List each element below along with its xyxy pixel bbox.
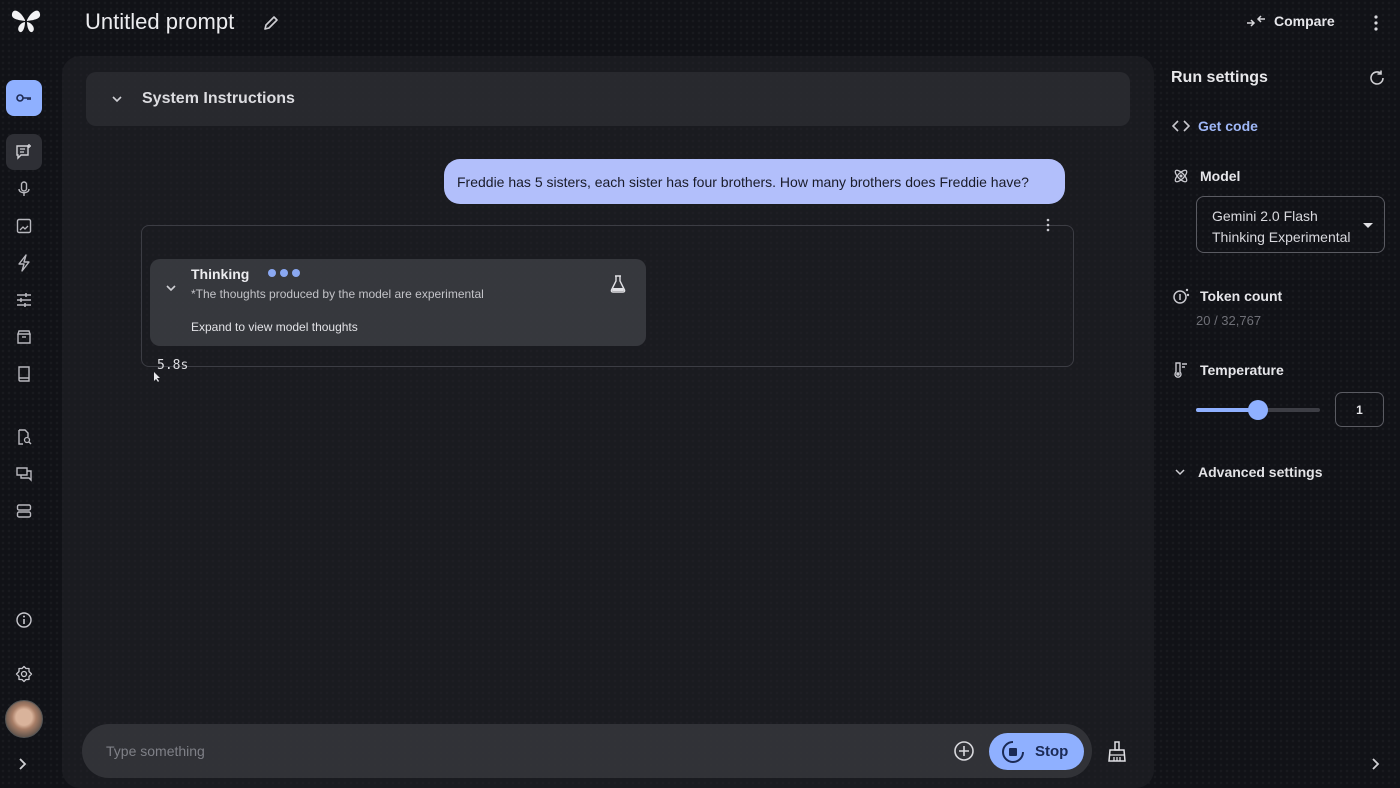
get-code-label: Get code xyxy=(1198,118,1258,134)
dot xyxy=(268,269,276,277)
butterfly-logo-icon[interactable] xyxy=(10,8,42,34)
gear-icon xyxy=(15,665,33,683)
stop-label: Stop xyxy=(1035,743,1069,760)
thermometer-icon xyxy=(1174,362,1187,378)
mouse-cursor-icon xyxy=(154,372,160,382)
rail-item-chat-history[interactable] xyxy=(6,456,42,492)
left-nav-rail xyxy=(0,72,48,788)
temperature-slider[interactable] xyxy=(1196,400,1320,420)
rail-item-docs[interactable] xyxy=(6,356,42,392)
thinking-panel[interactable]: Thinking *The thoughts produced by the m… xyxy=(150,259,646,346)
thinking-progress-dots xyxy=(268,269,300,277)
expand-rail-chevron-icon[interactable] xyxy=(17,757,29,771)
book-icon xyxy=(18,366,30,382)
top-bar: Untitled prompt Compare xyxy=(0,0,1400,48)
user-message: Freddie has 5 sisters, each sister has f… xyxy=(444,159,1065,204)
info-icon xyxy=(16,612,32,628)
rail-item-starter-apps[interactable] xyxy=(6,208,42,244)
collapse-panel-chevron-icon[interactable] xyxy=(1370,757,1382,771)
storage-icon xyxy=(16,504,32,518)
more-vert-icon[interactable] xyxy=(1368,13,1384,33)
rail-item-get-api-key[interactable] xyxy=(6,80,42,116)
rail-item-prompt-gallery[interactable] xyxy=(6,419,42,455)
model-select-dropdown[interactable]: Gemini 2.0 Flash Thinking Experimental xyxy=(1196,196,1385,253)
run-settings-title: Run settings xyxy=(1171,69,1268,86)
user-avatar[interactable] xyxy=(5,700,43,738)
token-count-row: Token count xyxy=(1172,287,1282,305)
clear-broom-icon[interactable] xyxy=(1107,741,1127,763)
advanced-settings-label: Advanced settings xyxy=(1198,464,1323,480)
slider-thumb[interactable] xyxy=(1248,400,1268,420)
pencil-edit-icon[interactable] xyxy=(262,14,280,32)
run-settings-panel: Run settings Get code Model Gemini 2.0 F… xyxy=(1160,56,1400,788)
sliders-icon xyxy=(17,293,31,307)
chat-bubbles-icon xyxy=(16,467,32,482)
token-counter-icon xyxy=(1173,288,1190,304)
thinking-title: Thinking xyxy=(191,266,250,282)
thinking-note: *The thoughts produced by the model are … xyxy=(191,287,484,301)
token-count-value: 20 / 32,767 xyxy=(1196,313,1262,328)
mic-icon xyxy=(18,181,30,196)
doc-search-icon xyxy=(18,429,32,445)
get-code-button[interactable]: Get code xyxy=(1172,118,1258,134)
chevron-down-icon xyxy=(1175,469,1185,476)
prompt-title[interactable]: Untitled prompt xyxy=(85,9,234,35)
key-icon xyxy=(16,94,31,102)
rail-item-stream[interactable] xyxy=(6,171,42,207)
dropdown-caret-icon xyxy=(1363,223,1373,228)
compare-button[interactable]: Compare xyxy=(1246,13,1335,29)
stop-spinner-icon xyxy=(1002,740,1024,763)
chevron-down-icon xyxy=(112,96,122,103)
rail-item-storage[interactable] xyxy=(6,493,42,529)
temperature-row: Temperature xyxy=(1172,361,1284,379)
model-label: Model xyxy=(1200,168,1241,184)
advanced-settings-toggle[interactable]: Advanced settings xyxy=(1174,464,1322,480)
rail-item-info[interactable] xyxy=(6,602,42,638)
rail-item-tune[interactable] xyxy=(6,245,42,281)
stop-button[interactable]: Stop xyxy=(989,733,1084,770)
system-instructions-label: System Instructions xyxy=(142,90,295,107)
temperature-input[interactable] xyxy=(1335,392,1384,427)
image-icon xyxy=(16,218,32,234)
model-row: Model xyxy=(1172,167,1240,185)
rail-item-library[interactable] xyxy=(6,319,42,355)
dot xyxy=(292,269,300,277)
flask-icon xyxy=(610,275,626,293)
user-message-text: Freddie has 5 sisters, each sister has f… xyxy=(457,173,1029,190)
compare-arrows-icon xyxy=(1247,15,1265,27)
add-media-plus-icon[interactable] xyxy=(953,740,975,762)
expand-thoughts-link[interactable]: Expand to view model thoughts xyxy=(191,320,358,334)
token-count-label: Token count xyxy=(1200,288,1283,304)
reset-refresh-icon[interactable] xyxy=(1368,69,1386,87)
archive-icon xyxy=(17,330,31,344)
rail-item-create-prompt[interactable] xyxy=(6,134,42,170)
chevron-down-icon[interactable] xyxy=(164,281,178,295)
system-instructions-toggle[interactable]: System Instructions xyxy=(86,72,1130,126)
model-select-value: Gemini 2.0 Flash Thinking Experimental xyxy=(1212,208,1351,245)
rail-item-adjustments[interactable] xyxy=(6,282,42,318)
temperature-label: Temperature xyxy=(1200,362,1284,378)
prompt-input[interactable] xyxy=(106,724,926,778)
rail-item-settings[interactable] xyxy=(6,656,42,692)
compare-label: Compare xyxy=(1274,13,1335,29)
model-atom-icon xyxy=(1174,169,1188,183)
chat-add-icon xyxy=(16,144,31,160)
code-brackets-icon xyxy=(1172,120,1190,132)
dot xyxy=(280,269,288,277)
composer xyxy=(82,724,1092,778)
response-more-vert-icon[interactable] xyxy=(1041,216,1055,234)
bolt-icon xyxy=(18,254,30,272)
